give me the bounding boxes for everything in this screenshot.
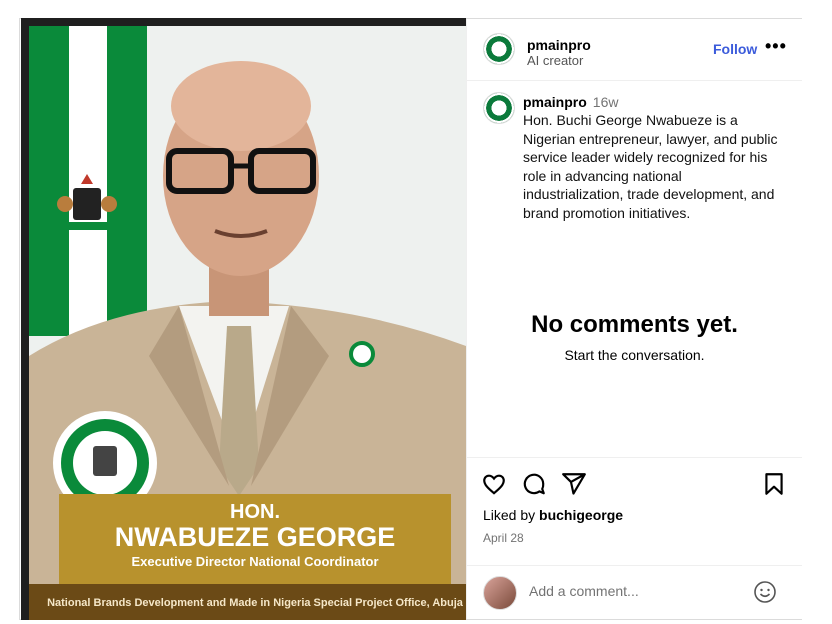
bookmark-icon[interactable] [761, 471, 787, 497]
caption-username[interactable]: pmainpro [523, 94, 587, 110]
banner-role: Executive Director National Coordinator [131, 554, 378, 569]
post-image[interactable]: HON. NWABUEZE GEORGE Executive Director … [21, 18, 466, 620]
caption-text: Hon. Buchi George Nwabueze is a Nigerian… [523, 112, 778, 221]
share-icon[interactable] [561, 471, 587, 497]
liked-by-user[interactable]: buchigeorge [539, 507, 623, 523]
emoji-icon[interactable] [753, 580, 777, 604]
banner-name: NWABUEZE GEORGE [115, 522, 396, 552]
empty-comments-title: No comments yet. [531, 311, 738, 338]
comment-icon[interactable] [521, 471, 547, 497]
more-options-icon[interactable]: ••• [765, 36, 787, 57]
follow-button[interactable]: Follow [713, 41, 757, 57]
caption-time[interactable]: 16w [593, 94, 619, 110]
empty-comments-subtitle: Start the conversation. [564, 347, 705, 363]
comment-bar [467, 565, 802, 620]
portrait-illustration: HON. NWABUEZE GEORGE Executive Director … [29, 26, 466, 620]
post-header: pmainpro AI creator Follow ••• [467, 19, 802, 81]
author-username[interactable]: pmainpro [527, 37, 591, 53]
actions-divider [467, 457, 802, 458]
post-date[interactable]: April 28 [483, 531, 524, 545]
banner-hon: HON. [230, 501, 280, 523]
user-avatar [483, 576, 517, 610]
banner-footer: National Brands Development and Made in … [47, 597, 464, 609]
post-panel: pmainpro AI creator Follow ••• pmainpro 1… [466, 19, 802, 619]
comment-input[interactable] [527, 582, 741, 600]
author-avatar[interactable] [483, 33, 515, 65]
author-subtitle: AI creator [527, 53, 584, 68]
post-image-content: HON. NWABUEZE GEORGE Executive Director … [29, 26, 466, 620]
liked-by-prefix: Liked by [483, 507, 540, 523]
heart-icon[interactable] [481, 471, 507, 497]
caption-header: pmainpro 16w [523, 94, 618, 110]
liked-by-line: Liked by buchigeorge [483, 507, 623, 523]
caption-avatar[interactable] [483, 92, 515, 124]
